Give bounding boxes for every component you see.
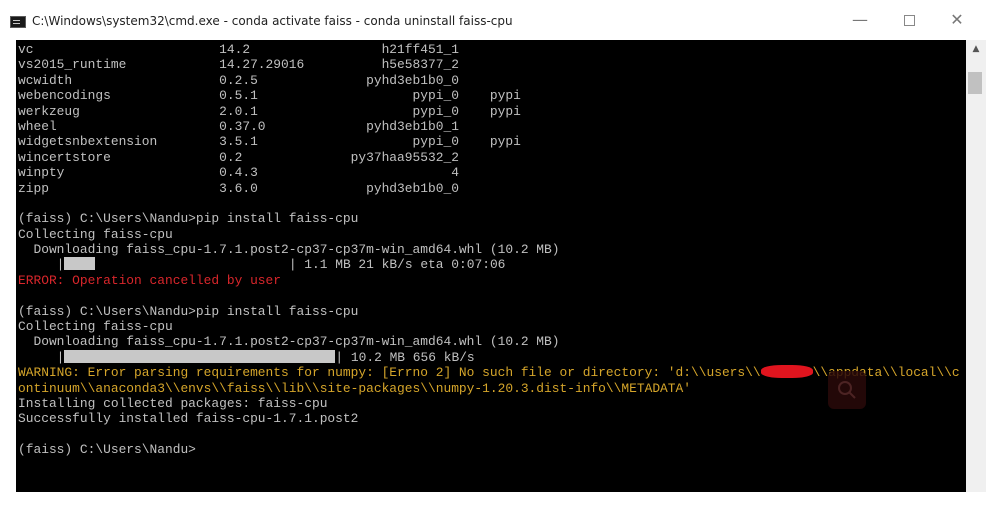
console-line: ontinuum\\anaconda3\\envs\\faiss\\lib\\s…	[18, 381, 966, 396]
vertical-scrollbar[interactable]: ▲	[966, 40, 986, 492]
progress-bar-fill	[64, 349, 336, 363]
console-line: Downloading faiss_cpu-1.7.1.post2-cp37-c…	[18, 242, 560, 258]
progress-bar-start: |	[18, 349, 65, 365]
maximize-icon	[903, 15, 915, 26]
console-line: | | 1.1 MB 21 kB/s eta 0:07:06	[18, 257, 966, 272]
progress-bar-start: |	[18, 257, 65, 273]
progress-bar-fill	[64, 257, 96, 271]
warning-message: WARNING: Error parsing requirements for …	[18, 365, 761, 381]
console-line: widgetsnbextension 3.5.1 pypi_0 pypi	[18, 134, 521, 150]
scrollbar-thumb[interactable]	[968, 72, 982, 94]
console-line: webencodings 0.5.1 pypi_0 pypi	[18, 88, 521, 104]
console-text: vc 14.2 h21ff451_1 vs2015_runtime 14.27.2…	[16, 40, 966, 458]
console-line: | | 10.2 MB 656 kB/s	[18, 349, 966, 365]
console-line: ERROR: Operation cancelled by user	[18, 273, 966, 288]
console-line: Collecting faiss-cpu	[18, 319, 173, 335]
search-watermark-icon	[828, 371, 866, 409]
console-line: wcwidth 0.2.5 pyhd3eb1b0_0	[18, 72, 459, 88]
console-line: vs2015_runtime 14.27.29016 h5e58377_2	[18, 57, 459, 73]
console-line: zipp 3.6.0 pyhd3eb1b0_0	[18, 180, 459, 196]
console-line: (faiss) C:\Users\Nandu>	[18, 442, 196, 458]
console-line: winpty 0.4.3 4	[18, 165, 459, 181]
console-line: Successfully installed faiss-cpu-1.7.1.p…	[18, 411, 359, 427]
console-line: Downloading faiss_cpu-1.7.1.post2-cp37-c…	[18, 334, 560, 350]
maximize-button[interactable]	[892, 6, 926, 34]
console-line: Collecting faiss-cpu	[18, 226, 173, 242]
console-line: vc 14.2 h21ff451_1	[18, 42, 459, 57]
minimize-button[interactable]: —	[843, 6, 877, 34]
console-line: Installing collected packages: faiss-cpu	[18, 395, 328, 411]
close-button[interactable]: ✕	[940, 6, 974, 34]
warning-message: ontinuum\\anaconda3\\envs\\faiss\\lib\\s…	[18, 380, 692, 396]
redacted-username-mark	[760, 365, 813, 379]
window-title: C:\Windows\system32\cmd.exe - conda acti…	[32, 14, 513, 28]
console-line: werkzeug 2.0.1 pypi_0 pypi	[18, 103, 521, 119]
scroll-up-arrow-icon[interactable]: ▲	[966, 42, 986, 56]
progress-status: | 1.1 MB 21 kB/s eta 0:07:06	[95, 257, 506, 273]
console-line: wincertstore 0.2 py37haa95532_2	[18, 149, 459, 165]
console-line: wheel 0.37.0 pyhd3eb1b0_1	[18, 118, 459, 134]
progress-status: | 10.2 MB 656 kB/s	[335, 349, 475, 365]
console-output[interactable]: vc 14.2 h21ff451_1 vs2015_runtime 14.27.2…	[16, 40, 966, 492]
console-line: (faiss) C:\Users\Nandu>pip install faiss…	[18, 211, 359, 227]
window-bottom-edge	[0, 492, 986, 514]
console-line: WARNING: Error parsing requirements for …	[18, 365, 966, 380]
cmd-app-icon	[10, 16, 26, 28]
console-line: (faiss) C:\Users\Nandu>pip install faiss…	[18, 303, 359, 319]
title-bar: C:\Windows\system32\cmd.exe - conda acti…	[0, 0, 986, 40]
error-message: ERROR: Operation cancelled by user	[18, 272, 282, 288]
